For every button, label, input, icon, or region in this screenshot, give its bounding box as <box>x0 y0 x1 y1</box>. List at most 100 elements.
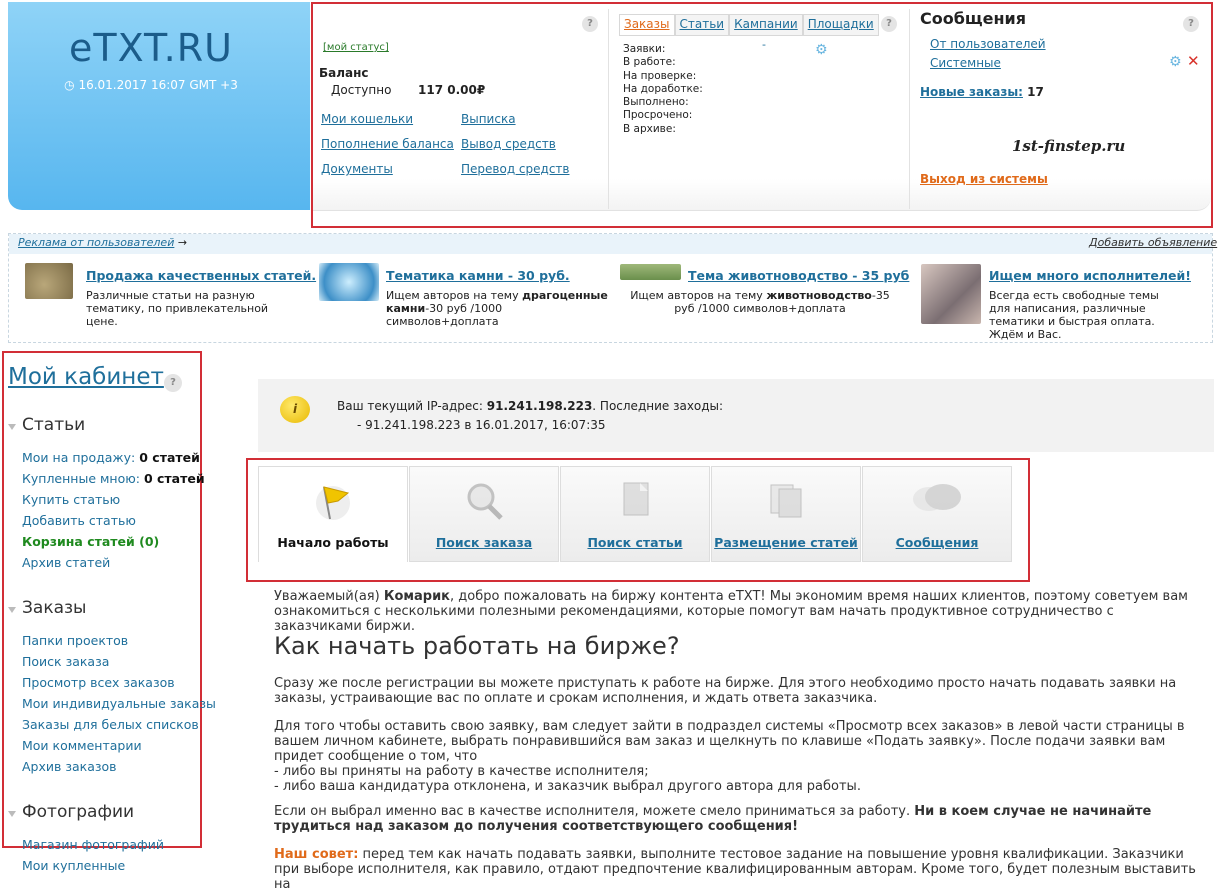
sidebar-item[interactable]: Архив статей <box>22 555 205 576</box>
livestock-image[interactable] <box>620 264 681 280</box>
logout-link[interactable]: Выход из системы <box>920 172 1048 186</box>
sidebar-item[interactable]: Заказы для белых списков <box>22 717 216 738</box>
sidebar-section-title: Фотографии <box>22 802 135 822</box>
ip-value: 91.241.198.223 <box>486 399 593 413</box>
orders-dash: - <box>762 38 766 51</box>
tab-orders-label[interactable]: Заказы <box>624 17 670 31</box>
messages-from-users-link[interactable]: От пользователей <box>930 37 1046 51</box>
cabinet-title[interactable]: Мой кабинет <box>8 364 164 390</box>
close-icon[interactable]: ✕ <box>1187 52 1200 70</box>
new-orders-count: 17 <box>1027 85 1044 99</box>
ad-text-bold: животноводство <box>766 289 872 302</box>
tab-platforms-label[interactable]: Площадки <box>808 17 874 31</box>
ip-last-label: . Последние заходы: <box>592 399 724 413</box>
orders-row: На доработке: <box>623 82 703 95</box>
transfer-link[interactable]: Перевод средств <box>461 162 570 176</box>
flag-icon <box>316 486 350 520</box>
help-icon[interactable]: ? <box>1183 16 1199 32</box>
help-icon[interactable]: ? <box>164 374 182 392</box>
sidebar-item-cart[interactable]: Корзина статей (0) <box>22 534 205 555</box>
sidebar-item[interactable]: Архив заказов <box>22 759 216 780</box>
server-clock: ◷ 16.01.2017 16:07 GMT +3 <box>0 78 302 92</box>
ads-header-link[interactable]: Реклама от пользователей <box>18 236 174 249</box>
tab-orders[interactable]: Заказы <box>619 14 675 35</box>
documents-link[interactable]: Документы <box>321 162 393 176</box>
sidebar-item-label[interactable]: Купленные мною: <box>22 471 144 486</box>
site-logo[interactable]: eTXT.RU <box>0 26 302 70</box>
sidebar-item[interactable]: Просмотр всех заказов <box>22 675 216 696</box>
sidebar-item[interactable]: Поиск заказа <box>22 654 216 675</box>
new-orders-link[interactable]: Новые заказы: <box>920 85 1023 99</box>
ad-text: Ищем авторов на тему драгоценные камни-3… <box>386 289 611 328</box>
page-heading: Как начать работать на бирже? <box>274 632 680 660</box>
tab-campaigns-label[interactable]: Кампании <box>734 17 798 31</box>
ad-text: Ищем авторов на тему животноводство-35 р… <box>620 289 900 315</box>
help-icon[interactable]: ? <box>582 16 598 32</box>
sidebar-item[interactable]: Магазин фотографий <box>22 837 164 858</box>
paragraph: Для того чтобы оставить свою заявку, вам… <box>274 719 1204 794</box>
gear-icon[interactable]: ⚙ <box>1169 54 1182 70</box>
sidebar-item[interactable]: Папки проектов <box>22 633 216 654</box>
sidebar-section-articles[interactable]: Статьи <box>8 415 85 435</box>
nav-tab-label: Размещение статей <box>714 535 858 550</box>
available-label: Доступно <box>331 83 392 97</box>
sidebar-item[interactable]: Мои купленные <box>22 858 164 879</box>
paragraph: Сразу же после регистрации вы можете при… <box>274 676 1177 706</box>
withdraw-link[interactable]: Вывод средств <box>461 137 556 151</box>
sidebar-item[interactable]: Мои на продажу: 0 статей <box>22 450 205 471</box>
ad-title[interactable]: Тематика камни - 30 руб. <box>386 268 570 283</box>
top-up-link[interactable]: Пополнение баланса <box>321 137 454 151</box>
nav-tab-search-order[interactable]: Поиск заказа <box>409 466 559 562</box>
orders-row: Выполнено: <box>623 96 689 109</box>
sidebar-item-count: 0 статей <box>143 471 205 486</box>
sidebar-item[interactable]: Мои индивидуальные заказы <box>22 696 216 717</box>
sidebar-item[interactable]: Купленные мною: 0 статей <box>22 471 205 492</box>
tab-campaigns[interactable]: Кампании <box>729 14 803 35</box>
nav-tab-place-articles[interactable]: Размещение статей <box>711 466 861 562</box>
sidebar-section-orders[interactable]: Заказы <box>8 598 86 618</box>
nav-tab-messages[interactable]: Сообщения <box>862 466 1012 562</box>
ad-title[interactable]: Ищем много исполнителей! <box>989 268 1191 283</box>
new-orders[interactable]: Новые заказы: 17 <box>920 85 1044 99</box>
sidebar-item[interactable]: Добавить статью <box>22 513 205 534</box>
ad-title[interactable]: Тема животноводство - 35 руб <box>688 268 909 283</box>
paragraph-line: - либо вы приняты на работу в качестве и… <box>274 764 649 779</box>
greeting-part: Уважаемый(ая) <box>274 589 384 604</box>
nav-tab-start[interactable]: Начало работы <box>258 466 408 562</box>
sidebar-item-label[interactable]: Мои на продажу: <box>22 450 139 465</box>
tip-paragraph: Наш совет: перед тем как начать подавать… <box>274 847 1204 892</box>
paragraph-line: Для того чтобы оставить свою заявку, вам… <box>274 719 1185 764</box>
sidebar-item[interactable]: Мои комментарии <box>22 738 216 759</box>
add-ad-link[interactable]: Добавить объявление <box>1089 236 1217 249</box>
ads-header-label[interactable]: Реклама от пользователей → <box>18 236 187 249</box>
help-icon[interactable]: ? <box>881 16 897 32</box>
nav-tab-search-article[interactable]: Поиск статьи <box>560 466 710 562</box>
orders-row: В архиве: <box>623 122 676 135</box>
ad-text: Всегда есть свободные темы для написания… <box>989 289 1159 341</box>
greeting-text: Уважаемый(ая) Комарик, добро пожаловать … <box>274 589 1204 634</box>
ad-text-part: Ищем авторов на тему <box>630 289 767 302</box>
tab-platforms[interactable]: Площадки <box>802 14 879 35</box>
diamond-image[interactable] <box>319 263 379 301</box>
my-status-link[interactable]: [мой статус] <box>323 42 389 53</box>
sidebar-item[interactable]: Купить статью <box>22 492 205 513</box>
tip-text: перед тем как начать подавать заявки, вы… <box>274 847 1196 892</box>
clock-icon: ◷ <box>64 78 75 92</box>
sidebar-item-count: 0 статей <box>139 450 200 465</box>
tab-articles[interactable]: Статьи <box>674 14 730 35</box>
orders-tabs: Заказы Статьи Кампании Площадки <box>619 14 879 36</box>
balance-label: Баланс <box>319 66 369 80</box>
magnifier-icon <box>467 483 503 520</box>
messages-system-link[interactable]: Системные <box>930 56 1001 70</box>
watermark-text: 1st-finstep.ru <box>1012 137 1126 155</box>
gear-icon[interactable]: ⚙ <box>815 42 828 58</box>
sidebar-section-photos[interactable]: Фотографии <box>8 802 134 822</box>
nav-tab-label: Поиск статьи <box>587 535 683 550</box>
ads-header <box>9 234 1212 254</box>
ad-title[interactable]: Продажа качественных статей. <box>86 268 316 283</box>
wallets-link[interactable]: Мои кошельки <box>321 112 413 126</box>
tab-articles-label[interactable]: Статьи <box>680 17 725 31</box>
typing-hands-image[interactable] <box>921 264 981 324</box>
money-bags-image[interactable] <box>25 263 73 299</box>
statement-link[interactable]: Выписка <box>461 112 516 126</box>
